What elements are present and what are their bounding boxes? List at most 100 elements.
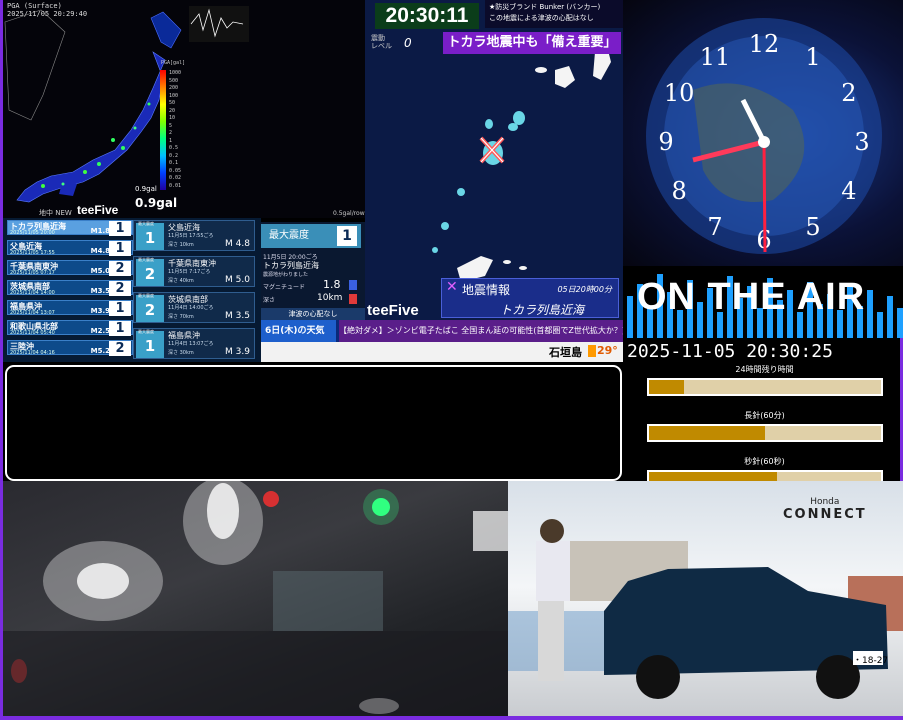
license-plate: ・18-27 xyxy=(853,656,889,666)
detail-mag-label: マグニチュード xyxy=(263,284,306,291)
car-brand: Honda CONNECT xyxy=(783,497,867,522)
brand-big: CONNECT xyxy=(783,507,867,522)
quake-list-row[interactable]: 和歌山県北部 2025/11/04 05:40 M2.5 1 xyxy=(7,320,133,336)
clock-number: 11 xyxy=(700,43,731,71)
pga-legend-tick: 0.02 xyxy=(169,175,182,181)
quake-datetime: 2025/11/04 13:07 xyxy=(10,310,55,316)
clock-number: 12 xyxy=(749,30,780,58)
info-title: 地震情報 xyxy=(462,283,511,297)
card-intensity: 2 xyxy=(136,259,164,286)
pga-value: 0.9gal xyxy=(135,196,178,210)
quake-card[interactable]: 1 最大震度 父島近海 11月5日 17:55ごろ 深さ 10km M 4.8 xyxy=(133,220,255,251)
pga-legend-tick: 500 xyxy=(169,77,179,84)
clock-number: 4 xyxy=(841,177,856,205)
quake-mag: M1.8 xyxy=(90,227,110,235)
analog-clock: 121234567891011 xyxy=(646,18,882,254)
detail-depth-value: 10km xyxy=(317,293,343,303)
card-time: 11月5日 17:55ごろ xyxy=(168,233,214,239)
quake-list-row[interactable]: 父島近海 2025/11/05 17:55 M4.8 1 xyxy=(7,240,133,256)
pga-small-value: 0.9gal xyxy=(135,185,157,193)
quake-intensity: 2 xyxy=(109,281,131,296)
quake-datetime: 2025/11/04 04:16 xyxy=(10,350,55,356)
card-badge: 最大震度 xyxy=(138,257,154,262)
quake-intensity: 1 xyxy=(109,301,131,316)
teefive-logo-map: teeFive xyxy=(367,302,419,319)
pga-legend-tick: 0.05 xyxy=(169,167,182,174)
pga-footer: 地中 NEW xyxy=(39,209,72,217)
detail-area: トカラ列島近海 xyxy=(263,261,319,270)
max-intensity-header: 最大震度 1 xyxy=(261,224,361,248)
card-depth: 深さ 40km xyxy=(168,278,194,284)
info-location: トカラ列島近海 xyxy=(500,303,585,317)
pga-legend-tick: 0.5 xyxy=(169,145,179,151)
progress-label: 長針(60分) xyxy=(744,411,785,420)
pga-legend-tick: 0.2 xyxy=(169,152,179,159)
street-scene xyxy=(3,481,508,716)
pga-map-panel: PGA (Surface) 2025/11/05 20:29:40 PGA[ga… xyxy=(3,0,365,218)
on-air-banner: ON THE AIR xyxy=(623,266,903,338)
card-mag: M 5.0 xyxy=(225,275,250,285)
stream-layout: PGA (Surface) 2025/11/05 20:29:40 PGA[ga… xyxy=(0,0,903,720)
quake-list-row[interactable]: 千葉県南東沖 2025/11/05 07:17 M5.0 2 xyxy=(7,260,133,276)
street-camera-feed xyxy=(3,481,508,716)
quake-datetime: 2025/11/05 17:55 xyxy=(10,250,55,256)
progress-fill xyxy=(649,426,765,440)
ticker-text: 【絶対ダメ】＞ゾンビ電子たばこ 全国まん延の可能性(首都圏でZ世代拡大か？) xyxy=(339,320,623,342)
clock-number: 1 xyxy=(805,43,820,71)
pga-legend-tick: 10 xyxy=(169,115,176,121)
brand-small: Honda xyxy=(810,497,840,507)
quake-card[interactable]: 2 最大震度 千葉県南東沖 11月5日 7:17ごろ 深さ 40km M 5.0 xyxy=(133,256,255,287)
card-time: 11月4日 13:07ごろ xyxy=(168,341,214,347)
quake-list-row[interactable]: 福島県沖 2025/11/04 13:07 M3.9 1 xyxy=(7,300,133,316)
quake-intensity: 1 xyxy=(109,221,131,236)
clock-number: 10 xyxy=(664,79,695,107)
card-mag: M 3.9 xyxy=(225,347,250,357)
quake-datetime: 2025/11/05 20:00 xyxy=(10,230,55,236)
news-ticker: 6日(木)の天気 【絶対ダメ】＞ゾンビ電子たばこ 全国まん延の可能性(首都圏でZ… xyxy=(261,320,623,342)
clock-number: 3 xyxy=(854,128,869,156)
datetime-readout: 2025-11-05 20:30:25 xyxy=(627,341,833,362)
card-depth: 深さ 10km xyxy=(168,242,194,248)
quake-list-row[interactable]: 三陸沖 2025/11/04 04:16 M5.2 2 xyxy=(7,340,133,356)
sun-icon xyxy=(588,345,596,357)
headline-banner: トカラ地震中も「備え重要」 xyxy=(443,32,621,54)
shindo-value: 0 xyxy=(404,36,412,50)
card-depth: 深さ 30km xyxy=(168,350,194,356)
pga-legend-tick: 50 xyxy=(169,100,176,106)
pga-legend-bar xyxy=(160,70,166,190)
clock-number: 9 xyxy=(658,128,673,156)
card-intensity: 1 xyxy=(136,331,164,358)
quake-datetime: 2025/11/04 05:40 xyxy=(10,330,55,336)
clock-number: 5 xyxy=(805,213,820,241)
quake-list-row[interactable]: 茨城県南部 2025/11/04 14:00 M3.5 2 xyxy=(7,280,133,296)
card-depth: 深さ 70km xyxy=(168,314,194,320)
card-intensity: 2 xyxy=(136,295,164,322)
pga-legend-tick: 1000 xyxy=(169,70,182,76)
pga-rate: 0.5gal/row xyxy=(333,210,365,217)
quake-info-box: ✕ 地震情報 05日20時00分 トカラ列島近海 xyxy=(441,278,619,318)
bunker-line-1: ★防災ブランド Bunker (バンカー) xyxy=(489,3,601,11)
notice-box xyxy=(5,365,622,481)
card-badge: 最大震度 xyxy=(138,329,154,334)
quake-mag: M3.9 xyxy=(90,307,110,315)
pga-legend-tick: 100 xyxy=(169,92,179,99)
card-badge: 最大震度 xyxy=(138,221,154,226)
shindo-label-1: 震動 xyxy=(371,34,385,42)
quake-mag: M4.8 xyxy=(90,247,110,255)
quake-mag: M3.5 xyxy=(90,287,110,295)
depth-marker xyxy=(349,294,357,304)
card-intensity: 1 xyxy=(136,223,164,250)
quake-mag: M5.0 xyxy=(90,267,110,275)
pga-legend-tick: 200 xyxy=(169,85,179,91)
quake-card[interactable]: 2 最大震度 茨城県南部 11月4日 14:00ごろ 深さ 70km M 3.5 xyxy=(133,292,255,323)
quake-list-row[interactable]: トカラ列島近海 2025/11/05 20:00 M1.8 1 xyxy=(7,220,133,236)
quake-card[interactable]: 1 最大震度 福島県沖 11月4日 13:07ごろ 深さ 30km M 3.9 xyxy=(133,328,255,359)
quake-intensity: 1 xyxy=(109,321,131,336)
pga-legend-unit: PGA[gal] xyxy=(161,60,186,66)
weather-strip: 石垣島 29° xyxy=(261,342,623,362)
pga-legend-tick: 5 xyxy=(169,122,173,129)
quake-intensity: 2 xyxy=(109,261,131,276)
quake-list-panel: トカラ列島近海 2025/11/05 20:00 M1.8 1 父島近海 2025/11/… xyxy=(3,218,261,362)
card-time: 11月5日 7:17ごろ xyxy=(168,269,211,275)
close-icon: ✕ xyxy=(446,279,458,295)
